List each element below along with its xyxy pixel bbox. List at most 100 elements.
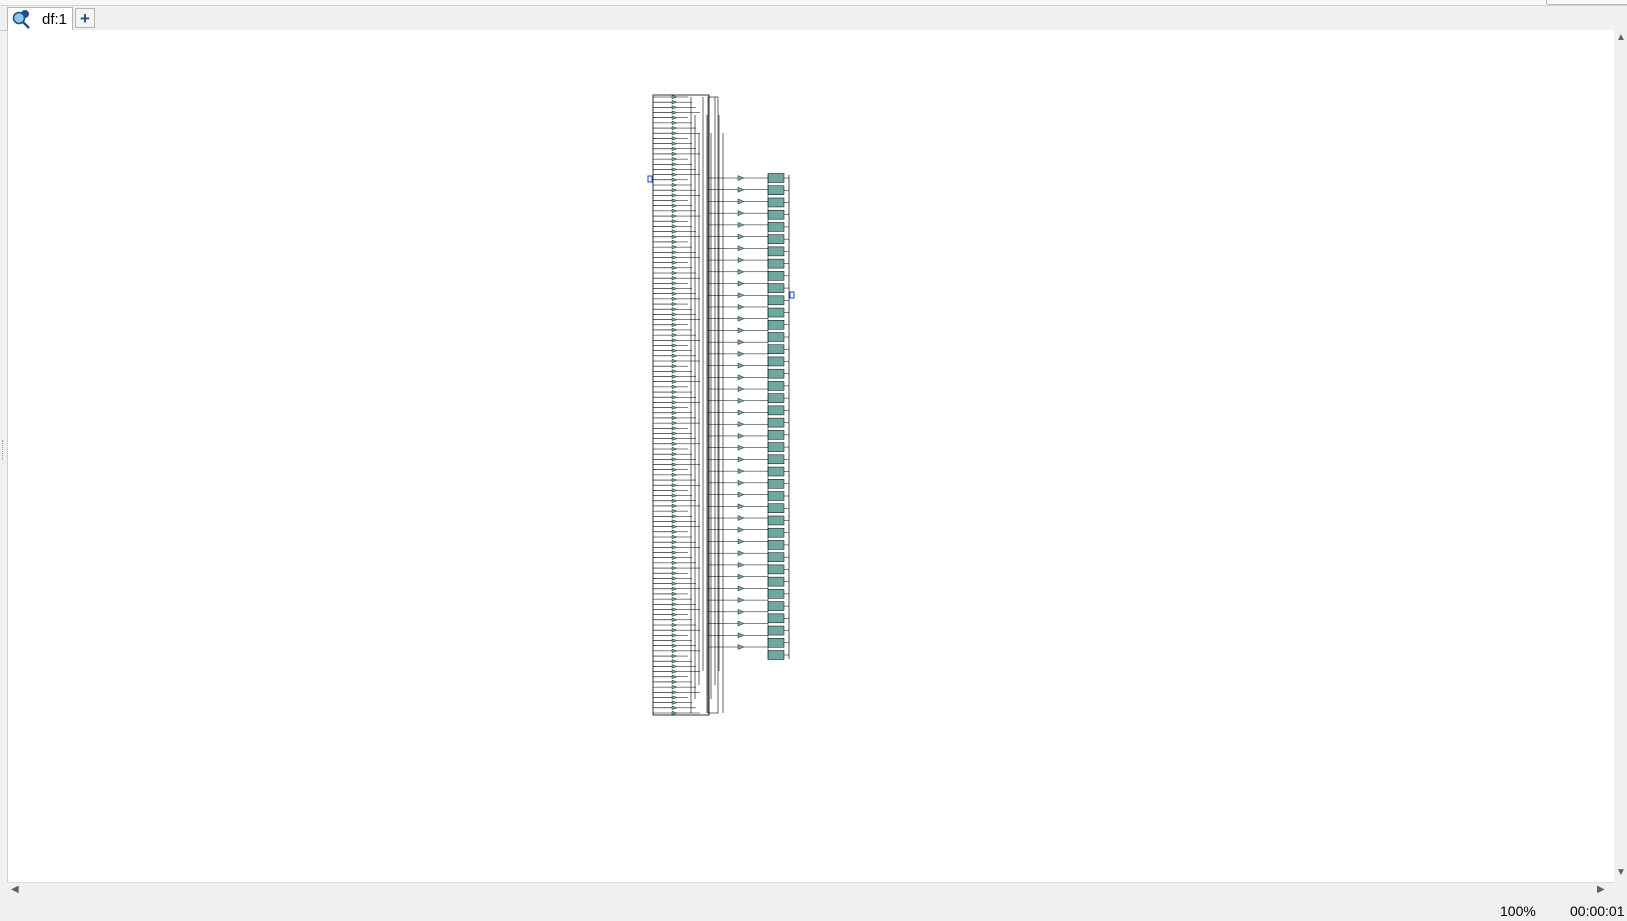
input-buffer[interactable] bbox=[671, 384, 678, 389]
input-buffer[interactable] bbox=[671, 534, 678, 540]
input-buffer[interactable] bbox=[671, 105, 678, 110]
logic-gate[interactable] bbox=[737, 269, 745, 275]
scroll-left-icon[interactable]: ◀ bbox=[11, 885, 19, 895]
register-block[interactable] bbox=[767, 650, 785, 660]
output-port[interactable] bbox=[789, 291, 795, 299]
input-buffer[interactable] bbox=[671, 581, 678, 586]
logic-gate[interactable] bbox=[737, 186, 745, 193]
input-buffer[interactable] bbox=[671, 493, 678, 498]
input-buffer[interactable] bbox=[671, 100, 678, 105]
register-block[interactable] bbox=[767, 625, 785, 636]
input-buffer[interactable] bbox=[671, 301, 678, 307]
input-buffer[interactable] bbox=[671, 690, 678, 695]
register-block[interactable] bbox=[767, 491, 785, 501]
input-buffer[interactable] bbox=[671, 343, 678, 348]
logic-gate[interactable] bbox=[737, 327, 745, 334]
input-buffer[interactable] bbox=[671, 167, 678, 172]
input-buffer[interactable] bbox=[671, 219, 678, 224]
logic-gate[interactable] bbox=[737, 503, 745, 510]
input-buffer[interactable] bbox=[671, 213, 678, 219]
register-block[interactable] bbox=[767, 246, 785, 257]
input-buffer[interactable] bbox=[671, 597, 678, 602]
register-block[interactable] bbox=[767, 173, 785, 183]
input-buffer[interactable] bbox=[671, 327, 678, 333]
input-buffer[interactable] bbox=[671, 395, 678, 400]
input-buffer[interactable] bbox=[671, 710, 678, 716]
input-buffer[interactable] bbox=[671, 431, 678, 436]
logic-gate[interactable] bbox=[737, 233, 745, 240]
register-block[interactable] bbox=[767, 356, 785, 367]
input-buffer[interactable] bbox=[671, 472, 678, 477]
input-buffer[interactable] bbox=[671, 229, 678, 234]
input-buffer[interactable] bbox=[671, 322, 678, 327]
register-block[interactable] bbox=[767, 479, 785, 489]
input-buffer[interactable] bbox=[671, 488, 678, 493]
add-tab-button[interactable]: + bbox=[75, 8, 95, 28]
logic-gate[interactable] bbox=[737, 526, 745, 533]
input-buffer[interactable] bbox=[671, 136, 678, 141]
register-block[interactable] bbox=[767, 295, 785, 306]
input-buffer[interactable] bbox=[671, 410, 678, 415]
input-buffer[interactable] bbox=[671, 586, 678, 591]
input-buffer[interactable] bbox=[671, 182, 678, 188]
logic-gate[interactable] bbox=[737, 339, 745, 345]
input-buffer[interactable] bbox=[671, 576, 678, 581]
input-buffer[interactable] bbox=[671, 374, 678, 379]
register-block[interactable] bbox=[767, 576, 785, 587]
logic-gate[interactable] bbox=[737, 351, 745, 357]
input-buffer[interactable] bbox=[671, 503, 678, 509]
input-buffer[interactable] bbox=[671, 208, 678, 213]
input-buffer[interactable] bbox=[671, 669, 678, 674]
input-buffer[interactable] bbox=[671, 177, 678, 182]
input-bus-outline[interactable] bbox=[652, 94, 710, 716]
register-block[interactable] bbox=[767, 222, 785, 232]
input-buffer[interactable] bbox=[671, 162, 678, 167]
register-block[interactable] bbox=[767, 197, 785, 208]
register-block[interactable] bbox=[767, 430, 785, 440]
input-buffer[interactable] bbox=[671, 643, 678, 648]
register-block[interactable] bbox=[767, 417, 785, 428]
register-block[interactable] bbox=[767, 234, 785, 244]
register-block[interactable] bbox=[767, 393, 785, 403]
input-buffer[interactable] bbox=[671, 514, 678, 519]
input-buffer[interactable] bbox=[671, 239, 678, 245]
input-buffer[interactable] bbox=[671, 545, 678, 550]
input-buffer[interactable] bbox=[671, 612, 678, 617]
input-buffer[interactable] bbox=[671, 281, 678, 286]
input-buffer[interactable] bbox=[671, 415, 678, 421]
logic-gate[interactable] bbox=[737, 397, 745, 404]
register-block[interactable] bbox=[767, 589, 785, 599]
logic-gate[interactable] bbox=[737, 609, 745, 615]
register-block[interactable] bbox=[767, 466, 785, 477]
logic-gate[interactable] bbox=[737, 515, 745, 521]
input-buffer[interactable] bbox=[671, 348, 678, 353]
logic-gate[interactable] bbox=[737, 573, 745, 580]
input-buffer[interactable] bbox=[671, 524, 678, 529]
register-block[interactable] bbox=[767, 601, 785, 611]
input-buffer[interactable] bbox=[671, 286, 678, 291]
input-buffer[interactable] bbox=[671, 483, 678, 488]
input-buffer[interactable] bbox=[671, 276, 678, 281]
input-buffer[interactable] bbox=[671, 653, 678, 659]
register-block[interactable] bbox=[767, 527, 785, 538]
input-buffer[interactable] bbox=[671, 115, 678, 120]
register-block[interactable] bbox=[767, 613, 785, 624]
register-block[interactable] bbox=[767, 185, 785, 195]
input-buffer[interactable] bbox=[671, 151, 678, 157]
input-buffer[interactable] bbox=[671, 628, 678, 633]
register-block[interactable] bbox=[767, 381, 785, 391]
logic-gate[interactable] bbox=[737, 175, 745, 181]
schematic-canvas[interactable] bbox=[7, 30, 1615, 882]
register-block[interactable] bbox=[767, 368, 785, 379]
input-buffer[interactable] bbox=[671, 498, 678, 503]
logic-gate[interactable] bbox=[737, 491, 745, 498]
input-buffer[interactable] bbox=[671, 679, 678, 685]
logic-gate[interactable] bbox=[737, 644, 745, 650]
input-buffer[interactable] bbox=[671, 245, 678, 250]
logic-gate[interactable] bbox=[737, 585, 745, 592]
register-block[interactable] bbox=[767, 454, 785, 465]
register-block[interactable] bbox=[767, 332, 785, 342]
input-buffer[interactable] bbox=[671, 685, 678, 690]
input-buffer[interactable] bbox=[671, 364, 678, 369]
input-buffer[interactable] bbox=[671, 333, 678, 338]
